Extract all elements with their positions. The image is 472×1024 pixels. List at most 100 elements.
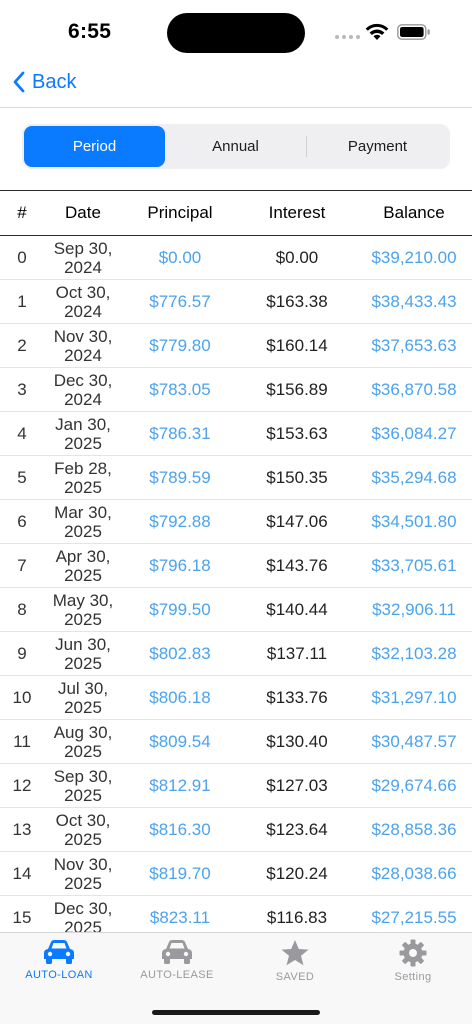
cell-interest: $120.24 (266, 863, 328, 883)
cell-number: 9 (17, 643, 27, 663)
car-front-icon (44, 940, 74, 964)
tab-setting[interactable]: Setting (354, 939, 472, 983)
wifi-icon (365, 23, 389, 40)
tab-saved[interactable]: SAVED (236, 939, 354, 983)
table-row[interactable]: 8 May 30, 2025 $799.50 $140.44 $32,906.11 (0, 588, 472, 632)
back-label: Back (32, 70, 77, 93)
table-row[interactable]: 13 Oct 30, 2025 $816.30 $123.64 $28,858.36 (0, 808, 472, 852)
cell-number: 6 (17, 511, 27, 531)
cell-balance: $36,870.58 (371, 379, 457, 399)
cell-interest: $143.76 (266, 555, 328, 575)
cell-date: May 30, 2025 (52, 590, 114, 629)
tab-label: SAVED (275, 971, 315, 983)
table-row[interactable]: 10 Jul 30, 2025 $806.18 $133.76 $31,297.10 (0, 676, 472, 720)
table-row[interactable]: 5 Feb 28, 2025 $789.59 $150.35 $35,294.68 (0, 456, 472, 500)
cell-date: Sep 30, 2025 (53, 766, 113, 805)
cell-number: 1 (17, 291, 27, 311)
table-row[interactable]: 4 Jan 30, 2025 $786.31 $153.63 $36,084.27 (0, 412, 472, 456)
tab-label: AUTO-LOAN (25, 969, 93, 981)
cell-balance: $29,674.66 (371, 775, 457, 795)
table-row[interactable]: 3 Dec 30, 2024 $783.05 $156.89 $36,870.58 (0, 368, 472, 412)
cell-number: 2 (17, 335, 27, 355)
cell-number: 11 (13, 731, 31, 751)
header-date: Date (65, 203, 101, 222)
cell-balance: $38,433.43 (371, 291, 457, 311)
cell-principal: $776.57 (149, 291, 211, 311)
gear-icon (399, 939, 427, 967)
cell-balance: $35,294.68 (371, 467, 457, 487)
cell-principal: $812.91 (149, 775, 211, 795)
cell-number: 12 (12, 775, 32, 795)
cell-number: 13 (12, 819, 32, 839)
cell-principal: $789.59 (149, 467, 211, 487)
cell-number: 0 (17, 247, 27, 267)
home-indicator (152, 1010, 320, 1015)
cell-date: Oct 30, 2025 (55, 810, 111, 849)
cellular-signal-icon (335, 35, 360, 39)
cell-interest: $123.64 (266, 819, 328, 839)
cell-date: Mar 30, 2025 (54, 502, 112, 541)
cell-date: Sep 30, 2024 (53, 238, 113, 277)
tab-auto-lease[interactable]: AUTO-LEASE (118, 939, 236, 981)
cell-balance: $28,038.66 (371, 863, 457, 883)
cell-number: 10 (12, 687, 32, 707)
cell-balance: $34,501.80 (371, 511, 457, 531)
cell-number: 14 (12, 863, 32, 883)
cell-principal: $792.88 (149, 511, 211, 531)
cell-number: 3 (17, 379, 27, 399)
cell-date: Jun 30, 2025 (55, 634, 111, 673)
cell-interest: $147.06 (266, 511, 328, 531)
segment-period[interactable]: Period (24, 126, 165, 167)
cell-interest: $156.89 (266, 379, 328, 399)
status-time: 6:55 (68, 20, 112, 43)
table-row[interactable]: 14 Nov 30, 2025 $819.70 $120.24 $28,038.66 (0, 852, 472, 896)
cell-balance: $27,215.55 (371, 907, 457, 927)
cell-balance: $32,103.28 (371, 643, 457, 663)
period-segmented-control: Period Annual Payment (22, 124, 450, 169)
table-row[interactable]: 7 Apr 30, 2025 $796.18 $143.76 $33,705.61 (0, 544, 472, 588)
cell-principal: $796.18 (149, 555, 211, 575)
table-row[interactable]: 2 Nov 30, 2024 $779.80 $160.14 $37,653.63 (0, 324, 472, 368)
cell-date: Apr 30, 2025 (55, 546, 111, 585)
cell-date: Jan 30, 2025 (55, 414, 111, 453)
back-button[interactable]: Back (12, 70, 76, 94)
cell-date: Nov 30, 2024 (53, 326, 113, 365)
cell-balance: $36,084.27 (371, 423, 457, 443)
cell-number: 5 (17, 467, 27, 487)
cell-interest: $150.35 (266, 467, 328, 487)
cell-date: Aug 30, 2025 (53, 722, 113, 761)
segment-annual[interactable]: Annual (165, 126, 306, 167)
cell-balance: $32,906.11 (372, 599, 456, 619)
table-row[interactable]: 9 Jun 30, 2025 $802.83 $137.11 $32,103.28 (0, 632, 472, 676)
cell-balance: $31,297.10 (371, 687, 457, 707)
amortization-table: # Date Principal Interest Balance 0 Sep 3… (0, 190, 472, 940)
cell-interest: $0.00 (275, 247, 319, 267)
cell-date: Oct 30, 2024 (55, 282, 111, 321)
segment-payment[interactable]: Payment (307, 126, 448, 167)
navigation-bar: Back (0, 62, 472, 108)
cell-interest: $163.38 (266, 291, 328, 311)
cell-principal: $823.11 (149, 907, 211, 927)
cell-balance: $30,487.57 (371, 731, 457, 751)
table-row[interactable]: 12 Sep 30, 2025 $812.91 $127.03 $29,674.66 (0, 764, 472, 808)
cell-principal: $779.80 (149, 335, 211, 355)
tab-label: AUTO-LEASE (140, 969, 214, 981)
cell-interest: $116.83 (266, 907, 328, 927)
cell-interest: $160.14 (266, 335, 328, 355)
cell-number: 15 (12, 907, 32, 927)
cell-principal: $0.00 (158, 247, 202, 267)
cell-date: Jul 30, 2025 (57, 678, 109, 717)
header-principal: Principal (147, 203, 213, 222)
star-icon (281, 940, 309, 966)
cell-principal: $786.31 (149, 423, 211, 443)
table-row[interactable]: 1 Oct 30, 2024 $776.57 $163.38 $38,433.43 (0, 280, 472, 324)
table-row[interactable]: 0 Sep 30, 2024 $0.00 $0.00 $39,210.00 (0, 236, 472, 280)
tab-auto-loan[interactable]: AUTO-LOAN (0, 939, 118, 981)
table-row[interactable]: 11 Aug 30, 2025 $809.54 $130.40 $30,487.57 (0, 720, 472, 764)
cell-number: 8 (17, 599, 27, 619)
cell-balance: $33,705.61 (371, 555, 457, 575)
table-row[interactable]: 6 Mar 30, 2025 $792.88 $147.06 $34,501.80 (0, 500, 472, 544)
tab-label: Setting (394, 971, 432, 983)
cell-balance: $39,210.00 (371, 247, 457, 267)
cell-number: 4 (17, 423, 27, 443)
